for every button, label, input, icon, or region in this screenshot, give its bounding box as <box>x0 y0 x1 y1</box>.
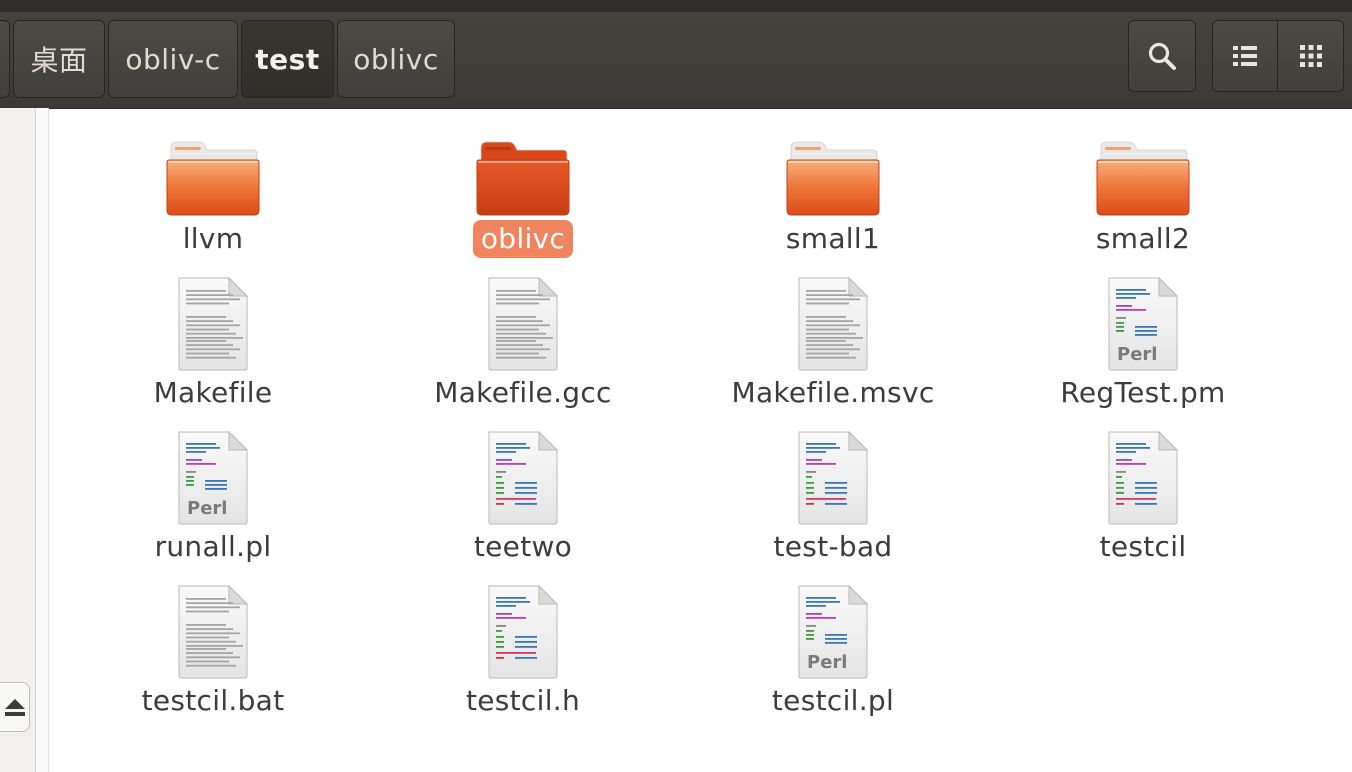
grid-view-button[interactable] <box>1278 20 1344 92</box>
header-bar: 桌面 obliv-c test oblivc <box>0 0 1352 109</box>
file-name-label: test-bad <box>773 530 893 563</box>
file-name-label: small1 <box>785 222 881 255</box>
list-view-button[interactable] <box>1212 20 1278 92</box>
folder-icon <box>475 118 571 218</box>
file-name-label: testcil <box>1099 530 1187 563</box>
file-name-label: small2 <box>1095 222 1191 255</box>
source-code-file-icon <box>1095 426 1191 526</box>
folder-item-small1[interactable]: small1 <box>678 118 988 268</box>
file-name-label: testcil.pl <box>771 684 895 717</box>
file-name-label: llvm <box>182 222 244 255</box>
source-code-file-icon <box>785 426 881 526</box>
folder-item-small2[interactable]: small2 <box>988 118 1298 268</box>
file-name-label: Makefile <box>153 376 273 409</box>
breadcrumb: 桌面 obliv-c test oblivc <box>0 20 458 98</box>
breadcrumb-item-test[interactable]: test <box>241 20 334 98</box>
breadcrumb-item-desktop[interactable]: 桌面 <box>13 20 105 98</box>
file-name-label: Makefile.gcc <box>434 376 612 409</box>
file-item-testcil-pl[interactable]: Perl testcil.pl <box>678 580 988 730</box>
sidebar <box>0 108 36 772</box>
file-item-makefile-gcc[interactable]: Makefile.gcc <box>368 272 678 422</box>
file-name-label: oblivc <box>472 220 574 258</box>
sidebar-divider <box>36 108 49 772</box>
file-item-teetwo[interactable]: teetwo <box>368 426 678 576</box>
file-name-label: Makefile.msvc <box>731 376 935 409</box>
svg-text:Perl: Perl <box>187 498 227 519</box>
file-item-test-bad[interactable]: test-bad <box>678 426 988 576</box>
source-code-file-icon <box>475 580 571 680</box>
breadcrumb-overflow[interactable] <box>0 20 10 98</box>
perl-script-icon: Perl <box>785 580 881 680</box>
text-file-icon <box>785 272 881 372</box>
view-switcher <box>1212 20 1344 92</box>
window-top-edge <box>0 0 1352 12</box>
file-item-testcil-bat[interactable]: testcil.bat <box>58 580 368 730</box>
search-icon <box>1148 42 1176 70</box>
file-name-label: testcil.bat <box>141 684 285 717</box>
file-name-label: teetwo <box>473 530 573 563</box>
folder-item-llvm[interactable]: llvm <box>58 118 368 268</box>
file-item-makefile-msvc[interactable]: Makefile.msvc <box>678 272 988 422</box>
file-name-label: runall.pl <box>154 530 272 563</box>
source-code-file-icon <box>475 426 571 526</box>
folder-item-oblivc[interactable]: oblivc <box>368 118 678 268</box>
file-grid: llvm oblivc small1 small2 Makefile Makef… <box>58 118 1348 772</box>
file-item-testcil[interactable]: testcil <box>988 426 1298 576</box>
text-file-icon <box>165 272 261 372</box>
text-file-icon <box>165 580 261 680</box>
svg-text:Perl: Perl <box>807 652 847 673</box>
search-button[interactable] <box>1128 20 1196 92</box>
file-item-regtest-pm[interactable]: Perl RegTest.pm <box>988 272 1298 422</box>
perl-script-icon: Perl <box>165 426 261 526</box>
eject-icon <box>4 699 25 716</box>
breadcrumb-item-obliv-c[interactable]: obliv-c <box>108 20 238 98</box>
folder-icon <box>165 118 261 218</box>
folder-icon <box>785 118 881 218</box>
view-list-icon <box>1233 46 1257 66</box>
eject-button[interactable] <box>0 682 30 732</box>
file-item-testcil-h[interactable]: testcil.h <box>368 580 678 730</box>
view-grid-icon <box>1299 45 1322 67</box>
file-item-runall-pl[interactable]: Perl runall.pl <box>58 426 368 576</box>
file-item-makefile[interactable]: Makefile <box>58 272 368 422</box>
svg-text:Perl: Perl <box>1117 344 1157 365</box>
breadcrumb-item-oblivc[interactable]: oblivc <box>337 20 455 98</box>
text-file-icon <box>475 272 571 372</box>
file-name-label: testcil.h <box>465 684 581 717</box>
folder-icon <box>1095 118 1191 218</box>
file-name-label: RegTest.pm <box>1060 376 1226 409</box>
perl-script-icon: Perl <box>1095 272 1191 372</box>
